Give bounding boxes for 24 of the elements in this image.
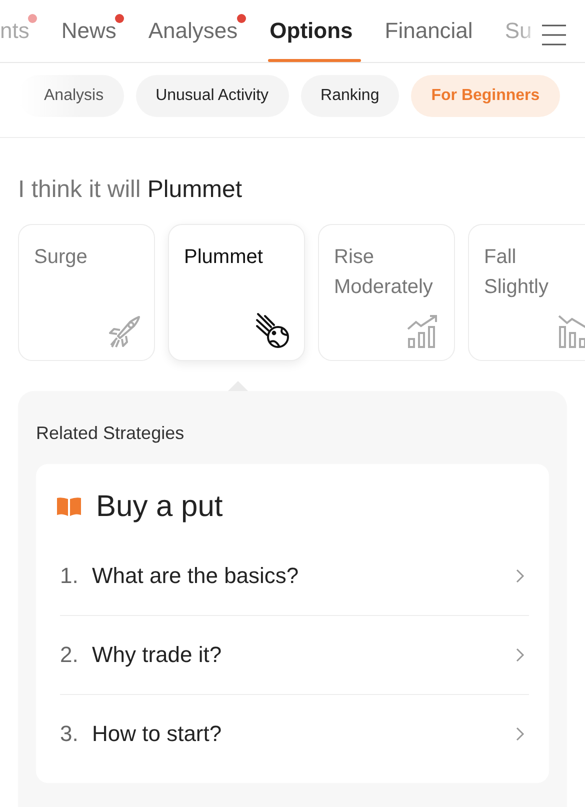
outlook-card[interactable]: Surge [18, 224, 155, 361]
section-title: Related Strategies [36, 423, 186, 444]
rocket-icon [106, 314, 142, 350]
tab[interactable]: Options [268, 0, 361, 62]
strategy-link[interactable]: 3. How to start? [60, 694, 529, 773]
outlook-card[interactable]: Fall Slightly [468, 224, 585, 361]
headline-choice: Plummet [147, 176, 242, 203]
filter-chip[interactable]: Unusual Activity [136, 75, 289, 117]
filter-chip[interactable]: Ranking [300, 75, 400, 117]
falling-chart-icon [557, 314, 585, 350]
chevron-icon [515, 647, 525, 663]
book-icon [56, 497, 82, 517]
tab[interactable]: News [59, 0, 124, 62]
strategy-title: Buy a put [96, 490, 223, 524]
outlook-card[interactable]: Rise Moderately [318, 224, 455, 361]
strategy-link[interactable]: 1. What are the basics? [60, 536, 529, 615]
tab[interactable]: Analyses [146, 0, 246, 62]
strategy-link[interactable]: 2. Why trade it? [60, 615, 529, 694]
chevron-icon [515, 568, 525, 584]
headline-prefix: I think it will [18, 176, 141, 203]
outlook-card[interactable]: Plummet [168, 224, 305, 361]
tab[interactable]: Financial [382, 0, 481, 62]
meteor-icon [254, 312, 292, 350]
chevron-icon [515, 726, 525, 742]
